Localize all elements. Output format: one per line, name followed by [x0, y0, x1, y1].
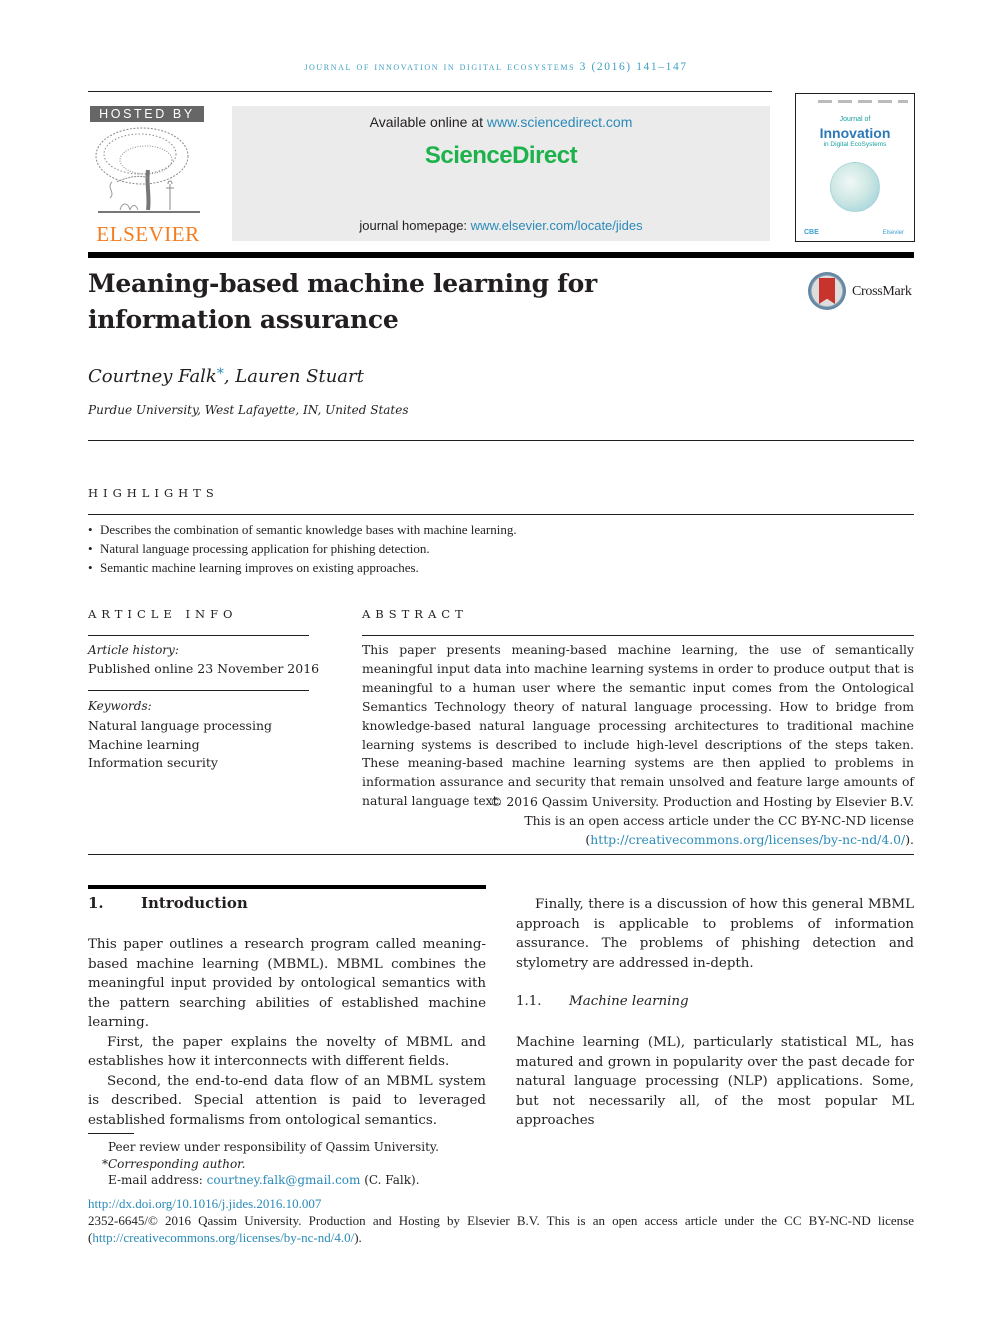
corresponding-label: Corresponding author. [108, 1156, 246, 1171]
asterisk-icon: * [102, 1156, 108, 1171]
homepage-label: journal homepage: [359, 218, 471, 233]
sciencedirect-logo[interactable]: ScienceDirect [232, 142, 770, 170]
elsevier-logo[interactable]: HOSTED BY ELSEVIER [90, 106, 206, 246]
highlight-text: Semantic machine learning improves on ex… [100, 560, 419, 575]
right-column-top: Finally, there is a discussion of how th… [516, 895, 914, 973]
article-history-label: Article history: [88, 643, 179, 657]
paragraph: This paper outlines a research program c… [88, 937, 486, 1030]
footnote-rule [88, 1133, 134, 1134]
abstract-text: This paper presents meaning-based machin… [362, 642, 914, 809]
right-column-bottom: Machine learning (ML), particularly stat… [516, 1033, 914, 1131]
cover-publisher-logo: Elsevier [882, 230, 904, 236]
bullet-icon: • [88, 522, 93, 537]
section-rule [88, 885, 486, 889]
keyword[interactable]: Machine learning [88, 736, 272, 755]
paragraph: First, the paper explains the novelty of… [88, 1034, 486, 1070]
author-name[interactable]: Lauren Stuart [235, 366, 364, 387]
sciencedirect-banner: Available online at www.sciencedirect.co… [232, 106, 770, 241]
article-title: Meaning-based machine learning for infor… [88, 269, 597, 334]
email-suffix: (C. Falk). [360, 1173, 420, 1187]
paragraph: Finally, there is a discussion of how th… [516, 897, 914, 971]
highlight-text: Natural language processing application … [100, 541, 430, 556]
journal-homepage-link[interactable]: www.elsevier.com/locate/jides [471, 218, 643, 233]
paragraph: Second, the end-to-end data flow of an M… [88, 1073, 486, 1128]
available-online: Available online at www.sciencedirect.co… [232, 114, 770, 130]
author-separator: , [223, 366, 236, 387]
left-column: This paper outlines a research program c… [88, 935, 486, 1130]
license-line: This is an open access article under the… [524, 813, 914, 828]
cover-title-line2: Innovation [819, 125, 891, 141]
title-rule [88, 252, 914, 258]
highlight-text: Describes the combination of semantic kn… [100, 522, 517, 537]
author-list: Courtney Falk*, Lauren Stuart [88, 366, 364, 387]
license-link[interactable]: http://creativecommons.org/licenses/by-n… [590, 832, 905, 847]
cover-title-line3: in Digital EcoSystems [823, 141, 887, 148]
available-label: Available online at [369, 114, 487, 130]
divider [88, 854, 914, 855]
subsection-heading: 1.1. Machine learning [516, 994, 689, 1009]
elsevier-tree-icon [95, 127, 200, 213]
divider [88, 635, 309, 636]
abstract-copyright: © 2016 Qassim University. Production and… [362, 792, 914, 849]
header-rule [88, 91, 772, 92]
keyword[interactable]: Natural language processing [88, 717, 272, 736]
paren: ). [905, 832, 914, 847]
doi-link[interactable]: http://dx.doi.org/10.1016/j.jides.2016.1… [88, 1195, 914, 1212]
keyword[interactable]: Information security [88, 754, 272, 773]
crossmark-label: CrossMark [852, 284, 912, 299]
elsevier-wordmark: ELSEVIER [96, 222, 200, 246]
affiliation: Purdue University, West Lafayette, IN, U… [88, 403, 409, 417]
author-name[interactable]: Courtney Falk [88, 366, 217, 387]
journal-cover[interactable]: Journal of Innovation in Digital EcoSyst… [795, 93, 915, 242]
highlights-list: • Describes the combination of semantic k… [88, 520, 914, 577]
section-heading: 1. Introduction [88, 894, 248, 912]
corresponding-author-marker[interactable]: * [217, 366, 224, 382]
cbe-logo: CBE [804, 229, 819, 236]
divider [362, 635, 914, 636]
paragraph: Machine learning (ML), particularly stat… [516, 1035, 914, 1128]
crossmark-button[interactable]: CrossMark [808, 272, 918, 312]
bullet-icon: • [88, 560, 93, 575]
keywords-list: Natural language processing Machine lear… [88, 717, 272, 773]
bottom-matter: http://dx.doi.org/10.1016/j.jides.2016.1… [88, 1195, 914, 1246]
bullet-icon: • [88, 541, 93, 556]
abstract-heading: ABSTRACT [362, 607, 468, 621]
email-link[interactable]: courtney.falk@gmail.com [207, 1173, 361, 1187]
bottom-license-link[interactable]: http://creativecommons.org/licenses/by-n… [92, 1230, 354, 1245]
issn-line: 2352-6645/© 2016 Qassim University. Prod… [88, 1212, 914, 1246]
subsection-number: 1.1. [516, 994, 542, 1009]
highlights-heading: HIGHLIGHTS [88, 486, 219, 500]
divider [88, 690, 309, 691]
section-title: Introduction [141, 894, 248, 912]
keywords-label: Keywords: [88, 699, 152, 713]
email-note: E-mail address: courtney.falk@gmail.com … [96, 1172, 439, 1189]
highlight-item: • Describes the combination of semantic k… [88, 520, 914, 539]
hosted-by-label: HOSTED BY [90, 106, 204, 122]
running-head: journal of innovation in digital ecosyst… [304, 61, 688, 73]
cover-title-line1: Journal of [839, 116, 871, 123]
article-info-heading: ARTICLE INFO [88, 607, 238, 621]
email-label: E-mail address: [108, 1173, 207, 1187]
subsection-title: Machine learning [569, 994, 689, 1009]
highlight-item: • Natural language processing application… [88, 539, 914, 558]
license-link-line: (http://creativecommons.org/licenses/by-… [362, 830, 914, 849]
corresponding-author-note: *Corresponding author. [96, 1156, 439, 1173]
highlight-item: • Semantic machine learning improves on e… [88, 558, 914, 577]
divider [88, 440, 914, 441]
article-history-value: Published online 23 November 2016 [88, 661, 320, 676]
paren: ). [354, 1230, 362, 1245]
cover-issue-line [818, 100, 908, 103]
footnotes: Peer review under responsibility of Qass… [96, 1139, 439, 1189]
peer-review-note: Peer review under responsibility of Qass… [108, 1140, 439, 1154]
copyright-line: © 2016 Qassim University. Production and… [490, 794, 914, 809]
sciencedirect-link[interactable]: www.sciencedirect.com [487, 114, 633, 130]
section-number: 1. [88, 894, 104, 912]
divider [88, 514, 914, 515]
journal-homepage: journal homepage: www.elsevier.com/locat… [232, 218, 770, 233]
globe-icon [830, 162, 880, 212]
